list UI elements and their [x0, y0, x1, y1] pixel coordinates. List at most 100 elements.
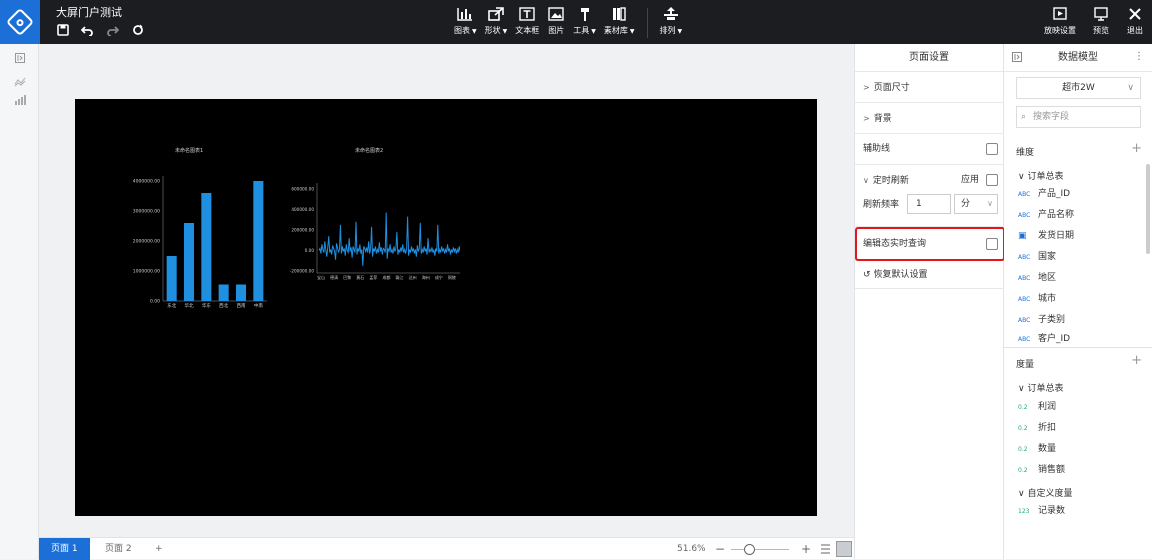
- x-tick-label: 铜陵: [448, 274, 456, 280]
- toolbar-shape[interactable]: 形状 ▼: [485, 6, 507, 38]
- measure-item[interactable]: 0.2 销售额: [1018, 461, 1065, 479]
- x-tick-label: 中南: [254, 302, 263, 309]
- play-settings-button[interactable]: 放映设置: [1044, 6, 1076, 36]
- measures-label: 度量: [1016, 360, 1035, 370]
- add-measure-icon[interactable]: +: [1131, 353, 1142, 368]
- zoom-slider-thumb[interactable]: [744, 544, 755, 555]
- bar: [183, 223, 195, 301]
- toolbar-textbox[interactable]: 文本框: [515, 6, 539, 38]
- zoom-slider[interactable]: [731, 549, 789, 550]
- x-tick-label: 黄石: [356, 274, 364, 280]
- redo-icon[interactable]: [106, 24, 120, 37]
- exit-label: 退出: [1127, 26, 1143, 35]
- canvas-area: 未命名图表1 0.00 1000000.00 2000000.00 3000000.0…: [39, 44, 854, 537]
- x-tick-label: 巴黎: [343, 274, 351, 280]
- dimension-item[interactable]: ABC 地区: [1018, 269, 1056, 287]
- toolbar-chart[interactable]: 图表 ▼: [454, 6, 477, 38]
- page-size-row[interactable]: > 页面尺寸: [855, 72, 1005, 103]
- toolbar-image[interactable]: 图片: [547, 6, 565, 38]
- scrollbar[interactable]: [1146, 164, 1150, 254]
- bar-chart-icon[interactable]: [0, 88, 39, 112]
- measure-group[interactable]: ∨ 订单总表: [1018, 381, 1063, 394]
- text-field-icon: ABC: [1018, 317, 1031, 324]
- toolbar-chart-label: 图表: [454, 26, 470, 35]
- restore-icon: ↺: [863, 270, 871, 280]
- chevron-down-icon[interactable]: ∨: [863, 176, 869, 185]
- x-tick-label: 赣江: [396, 274, 404, 280]
- dimension-item[interactable]: ABC 国家: [1018, 248, 1056, 266]
- x-tick-label: 成都: [382, 274, 390, 280]
- save-icon[interactable]: [56, 24, 69, 37]
- zoom-out-button[interactable]: −: [715, 538, 725, 560]
- tools-icon: [576, 6, 594, 22]
- toolbar-textbox-label: 文本框: [515, 26, 540, 35]
- measure-item[interactable]: 0.2 利润: [1018, 398, 1056, 416]
- page-tab-1[interactable]: 页面 1: [39, 538, 90, 560]
- dimension-item[interactable]: ABC 子类别: [1018, 311, 1065, 329]
- panel-collapse-icon[interactable]: [1012, 52, 1022, 65]
- guides-checkbox[interactable]: [986, 143, 998, 155]
- page-tab-2[interactable]: 页面 2: [93, 538, 144, 560]
- measure-name: 折扣: [1038, 423, 1057, 433]
- highlight-annotation: [855, 227, 1005, 261]
- x-tick-label: 宝山: [317, 274, 325, 280]
- dimension-item[interactable]: ABC 产品_ID: [1018, 185, 1070, 203]
- exit-button[interactable]: 退出: [1126, 6, 1144, 36]
- add-page-button[interactable]: +: [143, 538, 175, 560]
- y-tick-label: 2000000.00: [133, 239, 160, 245]
- apply-label: 应用: [961, 175, 980, 185]
- dimension-item[interactable]: ABC 产品名称: [1018, 206, 1074, 224]
- calendar-icon: ▣: [1018, 231, 1027, 241]
- x-tick-label: 华北: [185, 302, 194, 309]
- add-dimension-icon[interactable]: +: [1131, 141, 1142, 156]
- line-chart[interactable]: -200000.00 0.00 200000.00 400000.00 600000.0…: [280, 159, 460, 299]
- toolbar-library[interactable]: 素材库 ▼: [604, 6, 635, 38]
- x-tick-label: 西北: [219, 302, 228, 309]
- fit-width-icon[interactable]: [820, 544, 831, 557]
- refresh-rate-label: 刷新频率: [863, 200, 900, 210]
- refresh-unit-select[interactable]: 分 ∨: [954, 194, 998, 214]
- bar: [235, 284, 247, 301]
- data-model-panel: 数据模型 ⋮ 超市2W ∨ ⌕ 搜索字段 维度 + ∨ 订单总表 ABC 产品_ID …: [1004, 44, 1152, 559]
- model-select[interactable]: 超市2W ∨: [1016, 77, 1141, 99]
- refresh-icon[interactable]: [131, 24, 144, 37]
- guides-label: 辅助线: [863, 144, 891, 154]
- zoom-in-button[interactable]: +: [801, 538, 811, 560]
- dimension-name: 客户_ID: [1038, 334, 1071, 344]
- custom-measure-group[interactable]: ∨ 自定义度量: [1018, 486, 1072, 499]
- dimension-group[interactable]: ∨ 订单总表: [1018, 169, 1063, 182]
- y-tick-label: 4000000.00: [133, 179, 160, 185]
- dashboard-screen[interactable]: 未命名图表1 0.00 1000000.00 2000000.00 3000000.0…: [75, 99, 817, 516]
- y-tick-label: 200000.00: [291, 228, 314, 233]
- text-field-icon: ABC: [1018, 212, 1031, 219]
- preview-label: 预览: [1093, 26, 1109, 35]
- measure-name: 销售额: [1038, 465, 1066, 475]
- y-tick-label: 1000000.00: [133, 269, 160, 275]
- apply-checkbox[interactable]: [986, 174, 998, 186]
- measure-item[interactable]: 0.2 折扣: [1018, 419, 1056, 437]
- toolbar-arrange-label: 排列: [659, 26, 676, 35]
- toolbar-arrange[interactable]: 排列 ▼: [659, 6, 682, 38]
- y-tick-label: 400000.00: [291, 207, 314, 212]
- dimension-item[interactable]: ABC 客户_ID: [1018, 332, 1070, 344]
- x-tick-label: 东北: [167, 302, 176, 309]
- refresh-rate-input[interactable]: 1: [907, 194, 951, 214]
- dimension-item[interactable]: ABC 城市: [1018, 290, 1056, 308]
- preview-button[interactable]: 预览: [1092, 6, 1110, 36]
- panel-toggle-icon[interactable]: [0, 46, 39, 70]
- background-row[interactable]: > 背景: [855, 103, 1005, 134]
- shape-icon: [487, 6, 505, 22]
- toolbar-tools[interactable]: 工具 ▼: [573, 6, 596, 38]
- dimension-item[interactable]: ▣ 发货日期: [1018, 227, 1074, 245]
- dimension-name: 城市: [1038, 294, 1057, 304]
- logo-icon[interactable]: [0, 0, 40, 44]
- fullscreen-icon[interactable]: [836, 541, 852, 557]
- measure-item[interactable]: 0.2 数量: [1018, 440, 1056, 458]
- restore-defaults-button[interactable]: ↺ 恢复默认设置: [855, 261, 1005, 289]
- field-search-input[interactable]: ⌕ 搜索字段: [1016, 106, 1141, 128]
- measure-item[interactable]: 123 记录数: [1018, 502, 1065, 520]
- undo-icon[interactable]: [80, 24, 94, 37]
- bar-chart[interactable]: 0.00 1000000.00 2000000.00 3000000.00 400000…: [115, 159, 275, 329]
- more-options-icon[interactable]: ⋮: [1134, 51, 1144, 62]
- text-field-icon: ABC: [1018, 254, 1031, 261]
